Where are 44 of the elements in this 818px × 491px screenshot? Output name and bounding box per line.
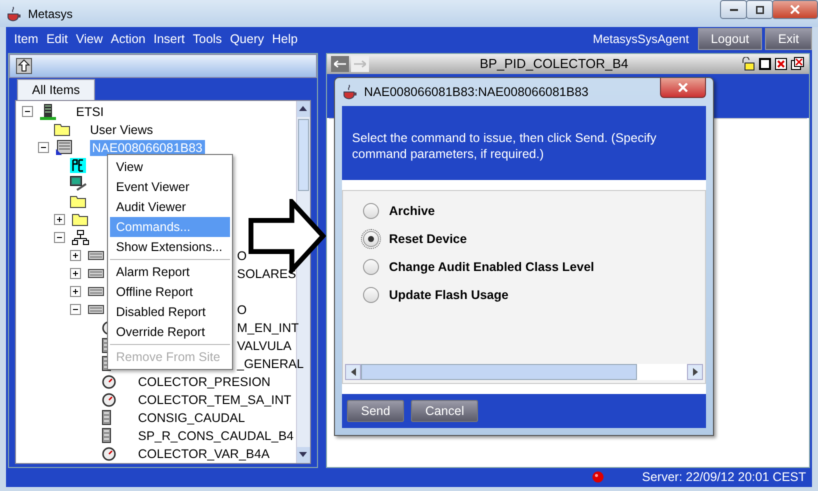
tree-item[interactable]: CONSIG_CAUDAL — [136, 410, 247, 426]
instruction-text: Select the command to issue, then click Send. (Specify command parameters, if required.) — [352, 130, 658, 162]
tree-item[interactable]: SOLARES — [237, 266, 296, 282]
tree-item[interactable]: O — [237, 302, 247, 318]
tree-item[interactable]: SP_R_CONS_CAUDAL_B4 — [136, 428, 296, 444]
all-items-tab[interactable]: All Items — [17, 78, 95, 100]
tree-item[interactable]: M_EN_INT — [237, 320, 299, 336]
menu-item[interactable]: Action — [110, 32, 146, 46]
command-option[interactable]: Change Audit Enabled Class Level — [389, 260, 594, 274]
context-menu-item[interactable]: View — [110, 157, 230, 177]
command-option[interactable]: Update Flash Usage — [389, 288, 508, 302]
menu-item[interactable]: Item — [14, 32, 38, 46]
tree-item[interactable]: _GENERAL — [237, 356, 304, 372]
menu-item[interactable]: Query — [230, 32, 264, 46]
tree-item[interactable]: COLECTOR_VAR_B4A — [136, 446, 272, 462]
menu-item[interactable]: Help — [272, 32, 298, 46]
tree-item[interactable]: COLECTOR_PRESION — [136, 374, 272, 390]
context-menu-item[interactable]: Alarm Report — [110, 262, 230, 282]
frame-title: BP_PID_COLECTOR_B4 — [478, 56, 630, 72]
server-time: Server: 22/09/12 20:01 CEST — [642, 470, 806, 484]
dialog-button[interactable]: Cancel — [411, 400, 478, 422]
window-title: Metasys — [28, 6, 73, 21]
dialog-title: NAE008066081B83:NAE008066081B83 — [364, 85, 588, 99]
dialog-button[interactable]: Send — [347, 400, 404, 422]
header-button[interactable]: Exit — [765, 28, 812, 50]
tree-item[interactable]: VALVULA — [237, 338, 292, 354]
context-menu-item[interactable]: Event Viewer — [110, 177, 230, 197]
context-menu-item[interactable]: Disabled Report — [110, 302, 230, 322]
context-menu-item[interactable]: Override Report — [110, 322, 230, 342]
menu-item[interactable]: Insert — [153, 32, 185, 46]
tree-item[interactable]: User Views — [88, 122, 155, 138]
command-option[interactable]: Archive — [389, 204, 435, 218]
context-menu-item[interactable]: Show Extensions... — [110, 237, 230, 257]
menu-item[interactable]: Tools — [192, 32, 222, 46]
menu-item[interactable]: View — [76, 32, 103, 46]
tree-item[interactable]: COLECTOR_TEM_SA_INT — [136, 392, 294, 408]
tree-item[interactable]: O — [237, 248, 247, 264]
menu-item[interactable]: Edit — [46, 32, 68, 46]
user-name: MetasysSysAgent — [592, 32, 689, 46]
context-menu-item[interactable]: Audit Viewer — [110, 197, 230, 217]
command-option[interactable]: Reset Device — [389, 232, 467, 246]
context-menu-item[interactable]: Offline Report — [110, 282, 230, 302]
header-button[interactable]: Logout — [698, 28, 762, 50]
tree-item[interactable]: ETSI — [74, 104, 106, 120]
